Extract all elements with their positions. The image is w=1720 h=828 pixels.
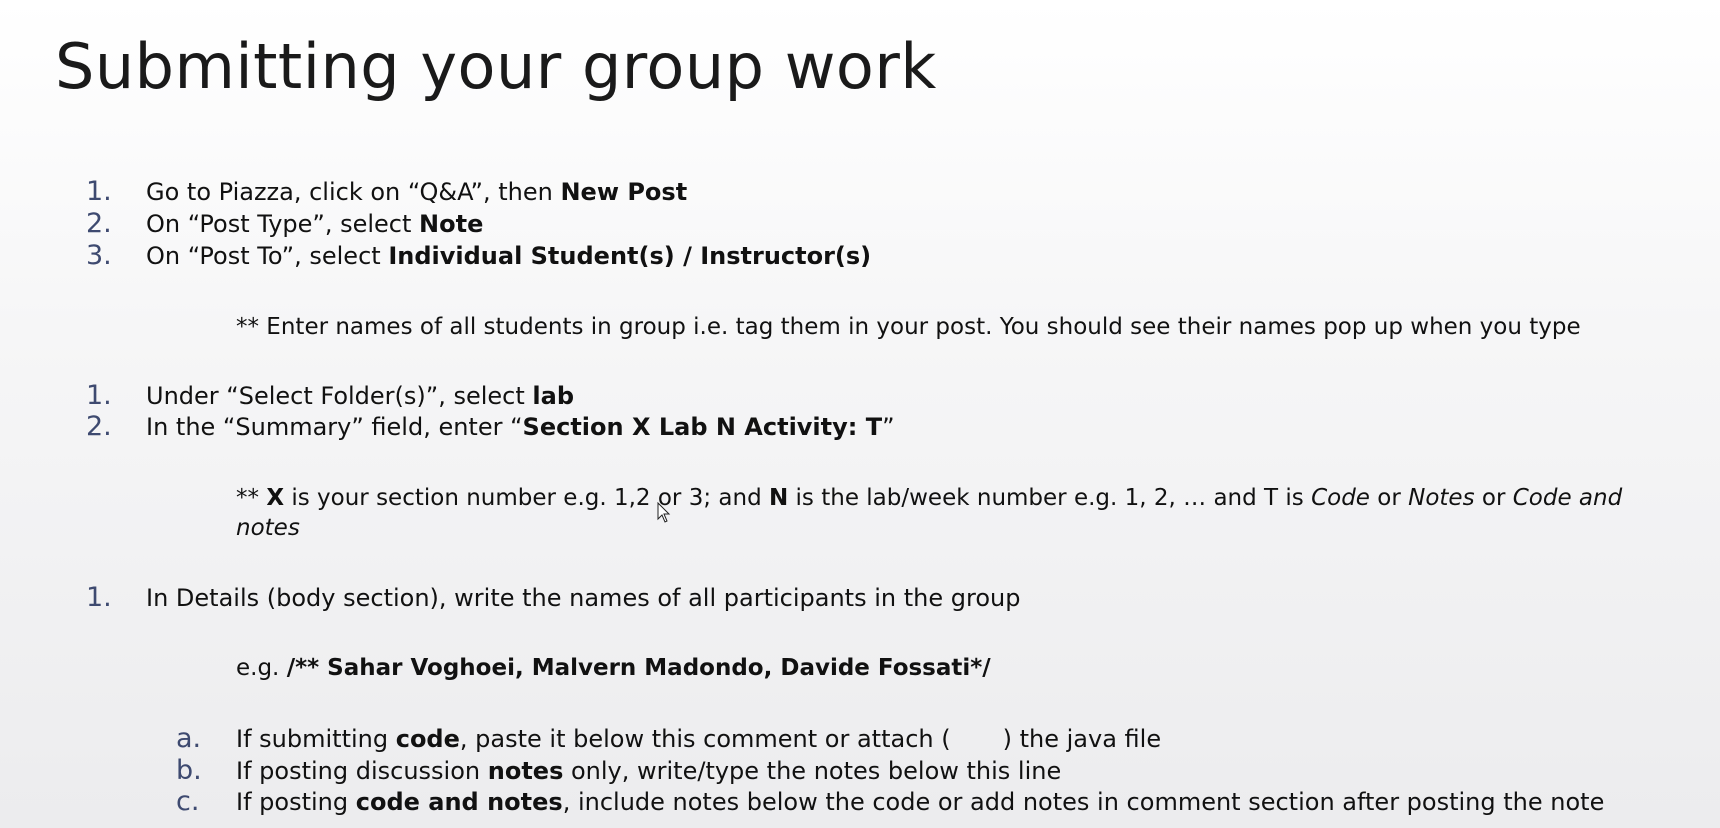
- list-text: Under “Select Folder(s)”, select lab: [146, 380, 574, 412]
- list-text: On “Post To”, select Individual Student(…: [146, 240, 871, 272]
- list-text: If posting code and notes, include notes…: [236, 788, 1605, 816]
- example-comment: e.g. /** Sahar Voghoei, Malvern Madondo,…: [236, 655, 991, 681]
- bold-text: Section X Lab N Activity: T: [522, 413, 883, 441]
- text-segment: ”: [882, 413, 895, 441]
- text-segment: On “Post Type”, select: [146, 210, 420, 238]
- bold-text: Individual Student(s) / Instructor(s): [388, 242, 872, 270]
- bold-text: Note: [419, 210, 484, 238]
- list-text: In Details (body section), write the nam…: [146, 584, 1021, 612]
- bold-text: New Post: [560, 178, 688, 206]
- text-segment: Go to Piazza, click on “Q&A”, then: [146, 178, 561, 206]
- list-text: If submitting code, paste it below this …: [236, 725, 1162, 753]
- list-letter: a.: [176, 723, 202, 754]
- slide: Submitting your group work 1. Go to Piaz…: [0, 0, 1720, 828]
- text-segment: Under “Select Folder(s)”, select: [146, 382, 533, 410]
- list-text: On “Post Type”, select Note: [146, 208, 483, 240]
- list-number: 1.: [86, 380, 112, 411]
- list-number: 2.: [86, 208, 112, 239]
- text-segment: On “Post To”, select: [146, 242, 389, 270]
- list-number: 1.: [86, 176, 112, 207]
- list-text: In the “Summary” field, enter “Section X…: [146, 411, 895, 443]
- list-number: 3.: [86, 240, 112, 271]
- list-text: If posting discussion notes only, write/…: [236, 757, 1062, 785]
- text-segment: In the “Summary” field, enter “: [146, 413, 523, 441]
- bold-text: lab: [532, 382, 575, 410]
- list-text: Go to Piazza, click on “Q&A”, then New P…: [146, 176, 687, 208]
- list-letter: b.: [176, 755, 202, 786]
- list-number: 1.: [86, 582, 112, 613]
- mouse-pointer-icon: [657, 502, 671, 523]
- slide-title: Submitting your group work: [55, 30, 937, 103]
- note-tag-students: ** Enter names of all students in group …: [236, 314, 1581, 340]
- note-summary-format: ** X is your section number e.g. 1,2 or …: [236, 485, 1623, 541]
- list-number: 2.: [86, 411, 112, 442]
- list-letter: c.: [176, 786, 200, 817]
